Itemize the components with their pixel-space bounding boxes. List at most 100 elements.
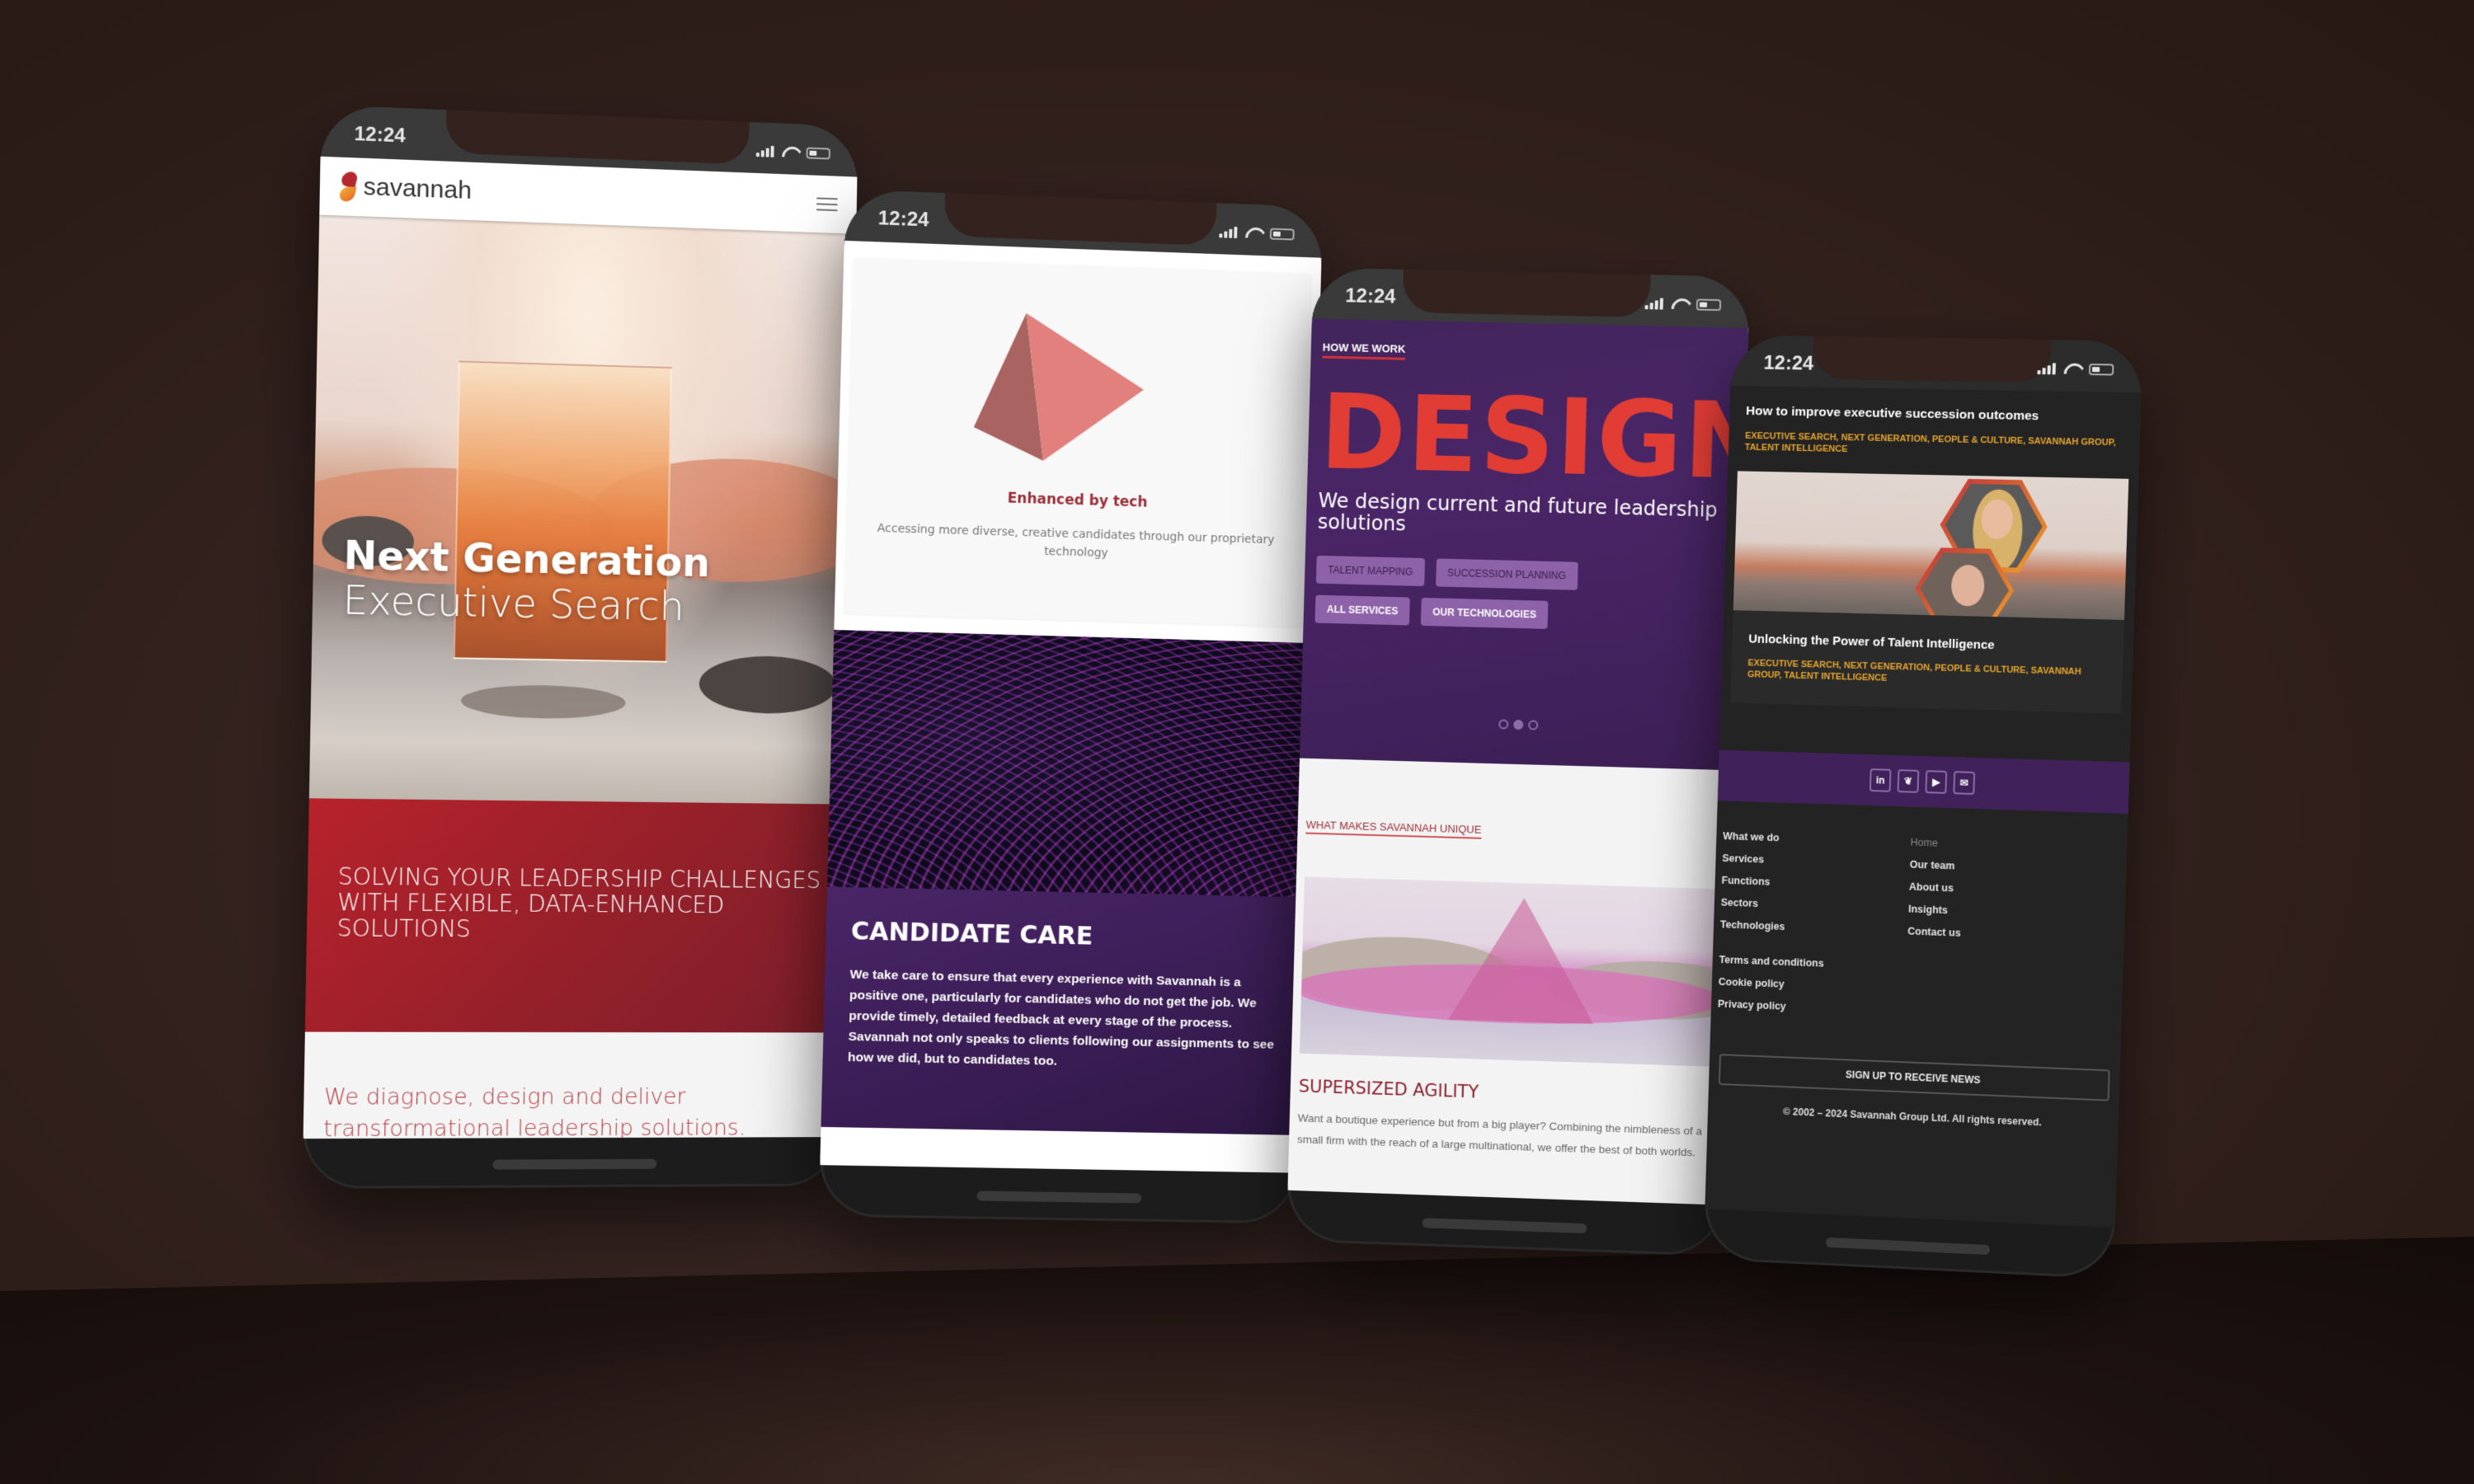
candidate-care-title: CANDIDATE CARE (850, 917, 1094, 951)
footer-link-what-we-do[interactable]: What we do (1723, 830, 1911, 848)
tagline-text: We diagnose, design and deliver transfor… (322, 1083, 746, 1139)
screen: HOW WE WORK DESIGN We design current and… (1287, 318, 1749, 1205)
rock (460, 683, 626, 720)
footer-link-home[interactable]: Home (1910, 837, 2100, 855)
glass-pyramid (1448, 895, 1597, 1025)
footer-link-terms[interactable]: Terms and conditions (1719, 954, 2123, 980)
tagline-section: We diagnose, design and deliver transfor… (303, 1031, 843, 1139)
floor-backdrop (0, 1237, 2474, 1484)
abstract-swirl-image (827, 629, 1312, 898)
linkedin-icon[interactable]: in (1869, 768, 1892, 792)
status-time: 12:24 (877, 207, 929, 232)
copyright-text: © 2002 – 2024 Savannah Group Ltd. All ri… (1782, 1106, 2042, 1129)
email-icon[interactable]: ✉ (1953, 771, 1976, 795)
screen: savannah Next Generation Executive Searc… (303, 156, 858, 1139)
footer-column-company: Home Our team About us Insights Contact … (1907, 837, 2101, 955)
chip-our-technologies[interactable]: OUR TECHNOLOGIES (1420, 597, 1549, 629)
footer-link-technologies[interactable]: Technologies (1720, 918, 1908, 937)
article-title[interactable]: Unlocking the Power of Talent Intelligen… (1748, 632, 2107, 655)
article-image (1733, 471, 2129, 621)
carousel-dot[interactable] (1498, 719, 1509, 730)
section-eyebrow: HOW WE WORK (1322, 340, 1406, 360)
phone-mockup-candidate-care: 12:24 Enhanced by tech Accessing more di… (818, 189, 1324, 1224)
status-icons (2037, 363, 2114, 376)
screen: Enhanced by tech Accessing more diverse,… (820, 240, 1322, 1173)
footer-link-services[interactable]: Services (1722, 852, 1910, 871)
feature-card-description: Accessing more diverse, creative candida… (877, 521, 1275, 561)
youtube-icon[interactable]: ▶ (1925, 770, 1948, 794)
logo-text: savannah (363, 172, 473, 204)
article-item[interactable]: How to improve executive succession outc… (1729, 386, 2142, 461)
pyramid-icon (972, 311, 1146, 464)
wifi-icon (1245, 227, 1262, 239)
hero-section: Next Generation Executive Search (303, 214, 858, 805)
battery-icon (1269, 228, 1295, 241)
signup-news-button[interactable]: SIGN UP TO RECEIVE NEWS (1718, 1054, 2110, 1101)
carousel-dot[interactable] (1528, 720, 1539, 730)
notch (1812, 335, 2052, 383)
agility-image (1299, 876, 1725, 1068)
footer-link-cookie-policy[interactable]: Cookie policy (1719, 976, 2123, 1003)
status-time: 12:24 (1763, 351, 1814, 375)
hero-title-line2: Executive Search (342, 577, 685, 631)
article-card-body: Unlocking the Power of Talent Intelligen… (1730, 610, 2124, 714)
unique-title: SUPERSIZED AGILITY (1298, 1076, 1479, 1102)
unique-section: WHAT MAKES SAVANNAH UNIQUE SUPERSIZED AG… (1289, 758, 1737, 1165)
screen: How to improve executive succession outc… (1705, 385, 2142, 1228)
home-indicator (976, 1190, 1142, 1204)
footer-link-sectors[interactable]: Sectors (1721, 897, 1909, 915)
battery-icon (1696, 298, 1722, 312)
footer-link-about-us[interactable]: About us (1909, 881, 2100, 899)
footer-link-privacy-policy[interactable]: Privacy policy (1718, 998, 2122, 1026)
twitter-icon[interactable]: ❦ (1897, 769, 1920, 793)
hero-title: Next Generation Executive Search (342, 532, 710, 631)
carousel-dots (1300, 714, 1738, 736)
status-time: 12:24 (354, 122, 406, 148)
article-tags: EXECUTIVE SEARCH, NEXT GENERATION, PEOPL… (1744, 430, 2116, 455)
menu-icon[interactable] (816, 197, 838, 212)
unique-description: Want a boutique experience but from a bi… (1296, 1111, 1703, 1159)
footer-link-contact-us[interactable]: Contact us (1907, 925, 2098, 943)
portrait-face (1950, 565, 1985, 607)
phone-mockup-insights-footer: 12:24 How to improve executive successio… (1703, 335, 2143, 1280)
savannah-logo[interactable]: savannah (340, 171, 472, 206)
footer-link-our-team[interactable]: Our team (1910, 859, 2100, 877)
how-we-work-section: HOW WE WORK DESIGN We design current and… (1299, 318, 1749, 771)
challenges-banner: SOLVING YOUR LEADERSHIP CHALLENGES WITH … (304, 798, 847, 1033)
footer-link-insights[interactable]: Insights (1908, 904, 2099, 922)
footer-link-functions[interactable]: Functions (1721, 875, 1909, 893)
candidate-care-body: We take care to ensure that every experi… (847, 967, 1274, 1068)
phone-mockup-how-we-work: 12:24 HOW WE WORK DESIGN We design curre… (1286, 267, 1751, 1256)
signal-icon (1644, 298, 1663, 310)
article-title[interactable]: How to improve executive succession outc… (1746, 404, 2124, 425)
home-indicator (492, 1158, 656, 1170)
signal-icon (1219, 226, 1238, 239)
status-icons (1644, 298, 1722, 312)
home-indicator (1825, 1237, 1991, 1256)
home-indicator (1422, 1218, 1587, 1234)
carousel-dot-active[interactable] (1513, 719, 1524, 730)
footer-column-services: What we do Services Functions Sectors Te… (1719, 830, 1910, 947)
battery-icon (2088, 363, 2114, 376)
article-card[interactable]: Unlocking the Power of Talent Intelligen… (1730, 471, 2129, 714)
feature-card: Enhanced by tech Accessing more diverse,… (844, 257, 1312, 627)
feature-card-title: Enhanced by tech (1007, 490, 1148, 511)
chip-talent-mapping[interactable]: TALENT MAPPING (1315, 555, 1425, 587)
rock (698, 655, 837, 715)
banner-text: SOLVING YOUR LEADERSHIP CHALLENGES WITH … (336, 862, 821, 943)
signal-icon (755, 145, 774, 157)
wifi-icon (782, 146, 798, 158)
candidate-care-section: CANDIDATE CARE We take care to ensure th… (821, 886, 1305, 1135)
phone-mockup-home: 12:24 savannah Next Generation Executive… (302, 105, 858, 1189)
notch (1402, 267, 1651, 318)
service-chips: TALENT MAPPING SUCCESSION PLANNING ALL S… (1315, 555, 1679, 632)
battery-icon (806, 147, 830, 160)
unique-eyebrow: WHAT MAKES SAVANNAH UNIQUE (1305, 818, 1482, 839)
chip-succession-planning[interactable]: SUCCESSION PLANNING (1435, 558, 1578, 590)
design-subheadline: We design current and future leadership … (1317, 489, 1719, 536)
logo-mark-icon (340, 171, 359, 202)
article-tags: EXECUTIVE SEARCH, NEXT GENERATION, PEOPL… (1747, 658, 2081, 683)
chip-all-services[interactable]: ALL SERVICES (1315, 594, 1410, 626)
wifi-icon (1672, 298, 1688, 310)
status-time: 12:24 (1344, 284, 1396, 308)
